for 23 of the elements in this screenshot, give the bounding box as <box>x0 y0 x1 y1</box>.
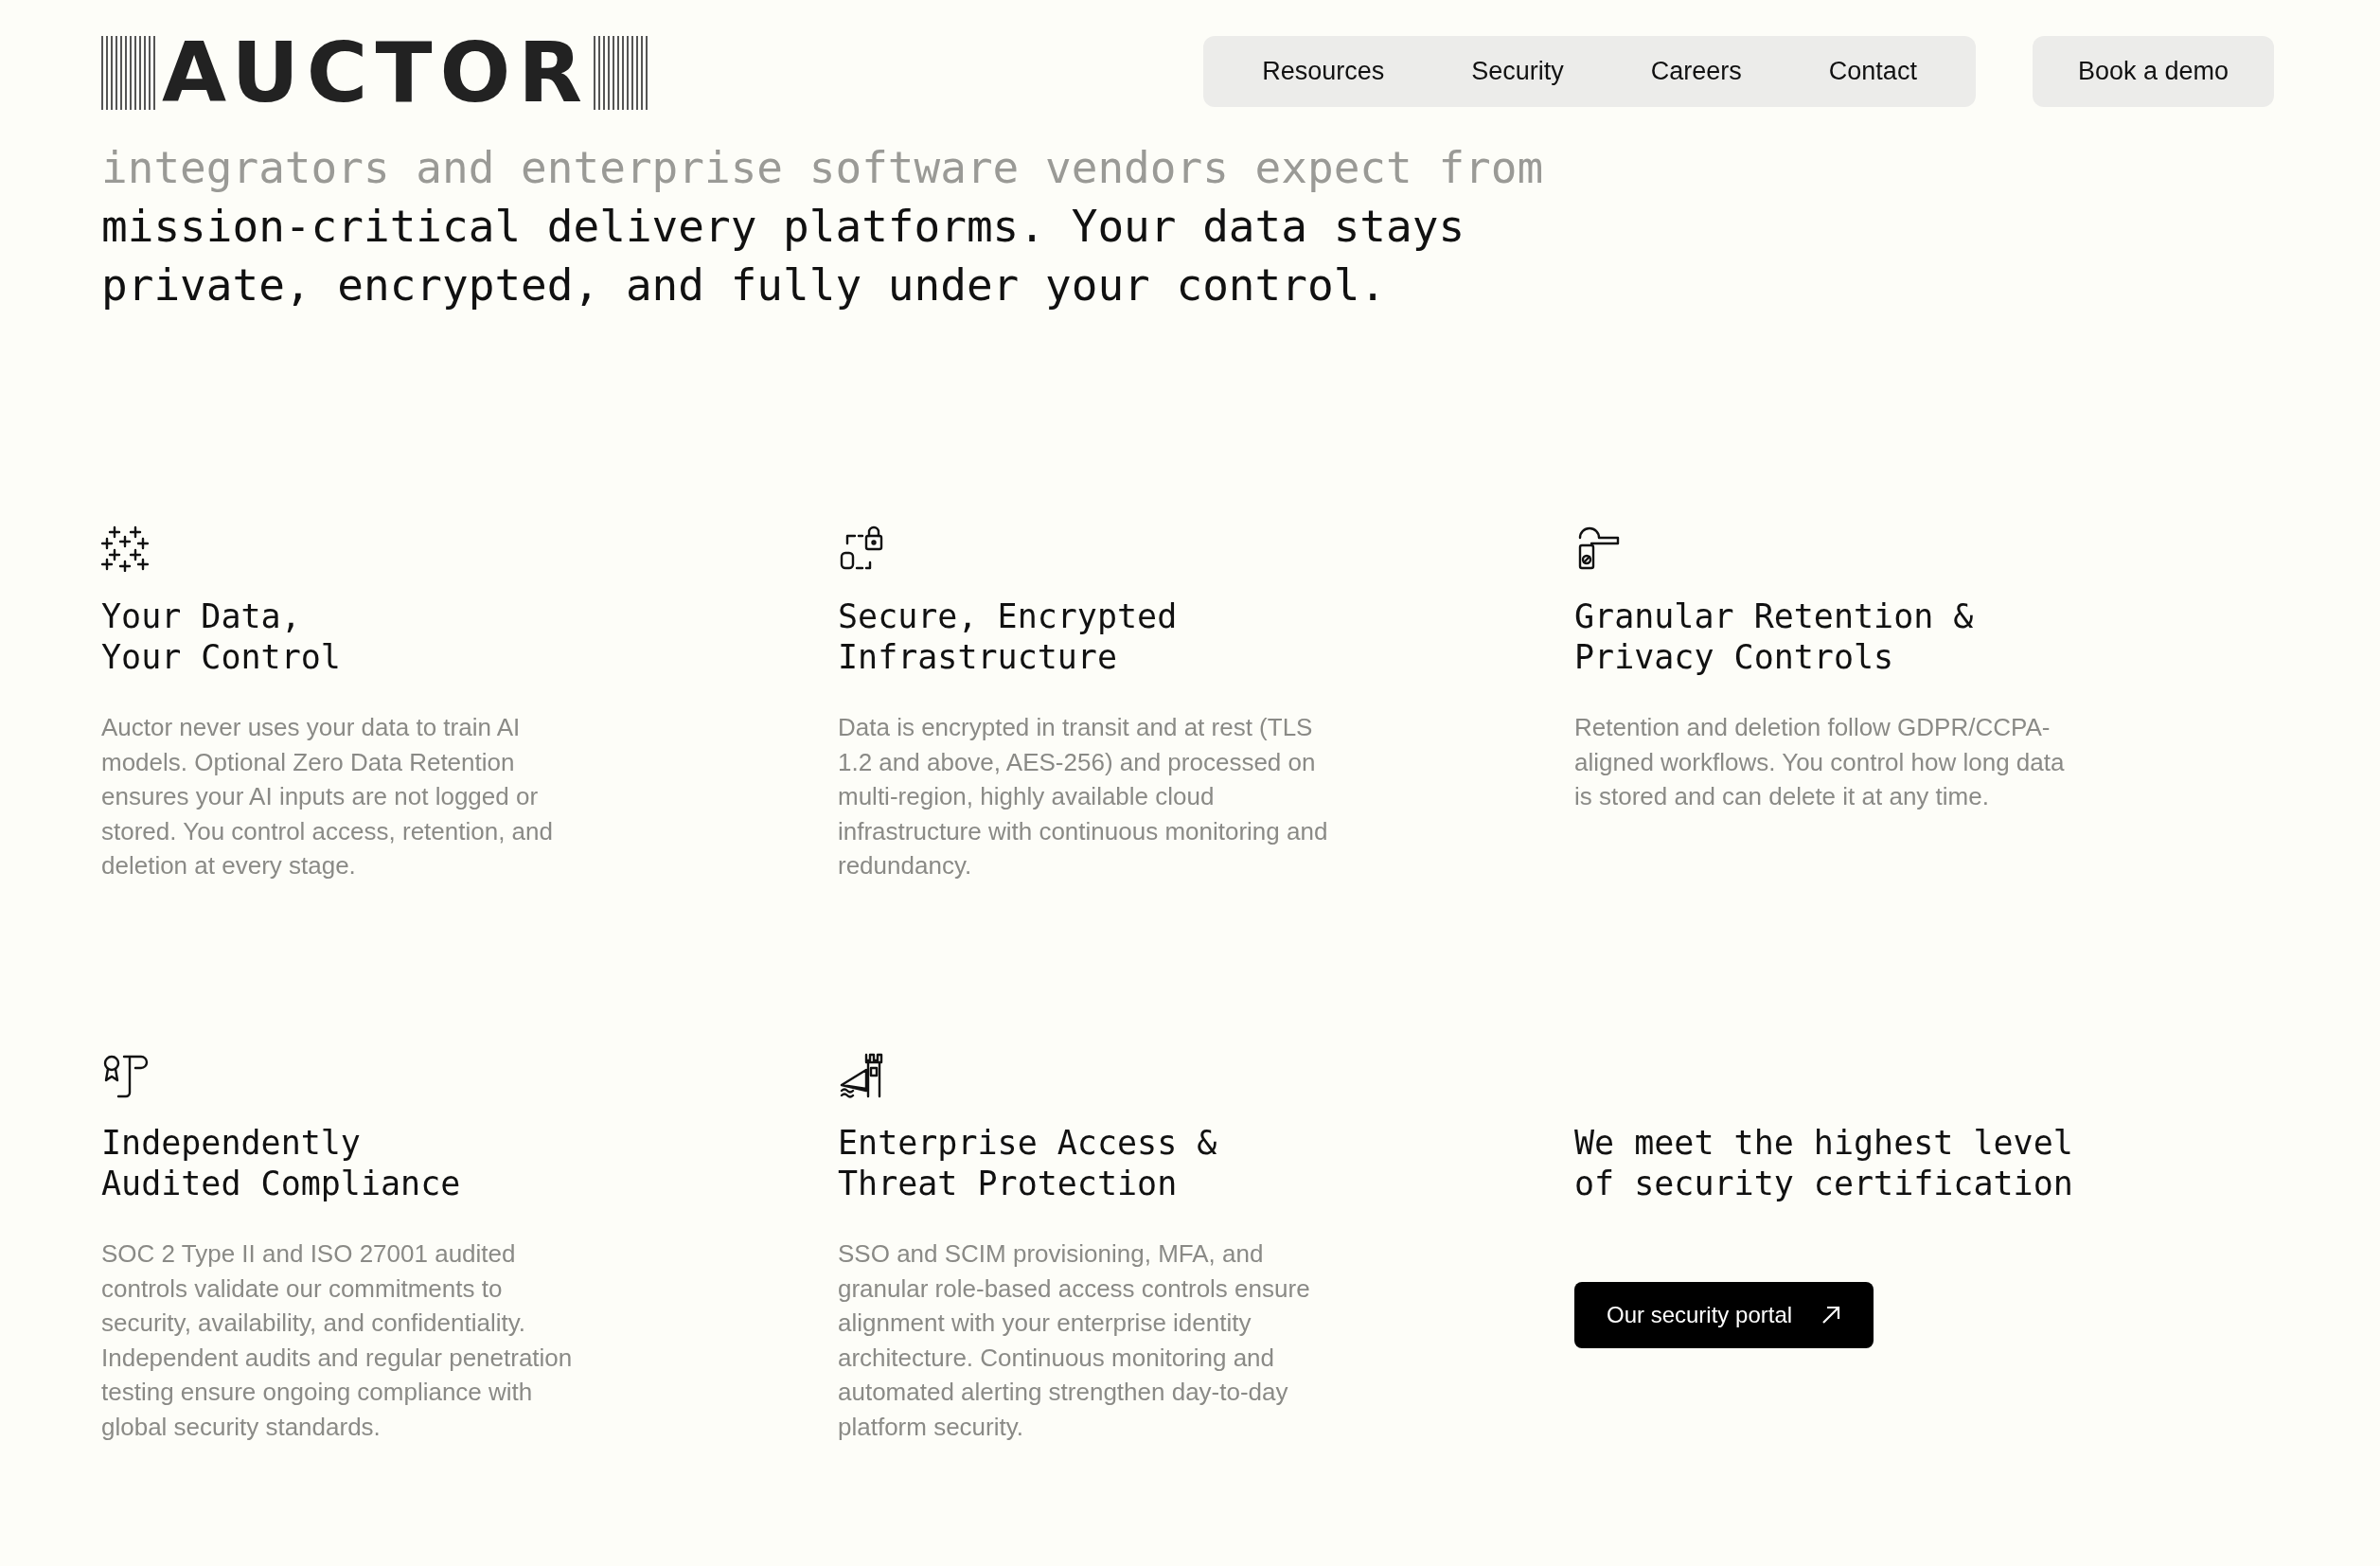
nav-link[interactable]: Security <box>1428 57 1607 86</box>
book-demo-button[interactable]: Book a demo <box>2032 36 2274 107</box>
feature-title: Enterprise Access & Threat Protection <box>838 1122 1218 1204</box>
arrow-icon <box>1821 1304 1842 1326</box>
nav-link[interactable]: Contact <box>1785 57 1961 86</box>
nav-link[interactable]: Resources <box>1218 57 1429 86</box>
lock-icon <box>838 525 885 572</box>
feature-description: Data is encrypted in transit and at rest (TLS 1.2 and above, AES-256) and processed on multi-region, highly available cloud infrastructure with continuous monitoring and redundancy. <box>838 712 1329 882</box>
certification-heading: We meet the highest level of security certification <box>1574 1122 2074 1204</box>
feature-description: SOC 2 Type II and ISO 27001 audited controls validate our commitments to security, availability, and confidentiality. Independent audits and regular penetration testing ensure ongoing compliance with global security standards. <box>101 1237 574 1443</box>
feature-title: Your Data, Your Control <box>101 596 342 678</box>
nav-link[interactable]: Careers <box>1607 57 1785 86</box>
feature-title: Secure, Encrypted Infrastructure <box>838 596 1179 678</box>
intro-text-line: mission-critical delivery platforms. Your data stays <box>101 200 1466 254</box>
sparkle-grid-icon <box>101 525 149 572</box>
feature-title: Granular Retention & Privacy Controls <box>1574 596 1975 678</box>
feature-description: Auctor never uses your data to train AI models. Optional Zero Data Retention ensures your AI inputs are not logged or stored. You control access, retention, and deletion at every stage. <box>101 712 554 882</box>
feature-title: Independently Audited Compliance <box>101 1122 462 1204</box>
feature-description: SSO and SCIM provisioning, MFA, and granular role-based access controls ensure alignment with your enterprise identity architecture. Continuous monitoring and automated alerting strengthen day-to-day platform security. <box>838 1237 1311 1443</box>
feature-description: Retention and deletion follow GDPR/CCPA-aligned workflows. You control how long data is stored and can delete it at any time. <box>1574 712 2066 813</box>
intro-text-line: private, encrypted, and fully under your control. <box>101 258 1388 312</box>
security-portal-button[interactable]: Our security portal <box>1574 1281 1874 1348</box>
intro-text-line: integrators and enterprise software vendors expect from <box>101 141 1545 195</box>
